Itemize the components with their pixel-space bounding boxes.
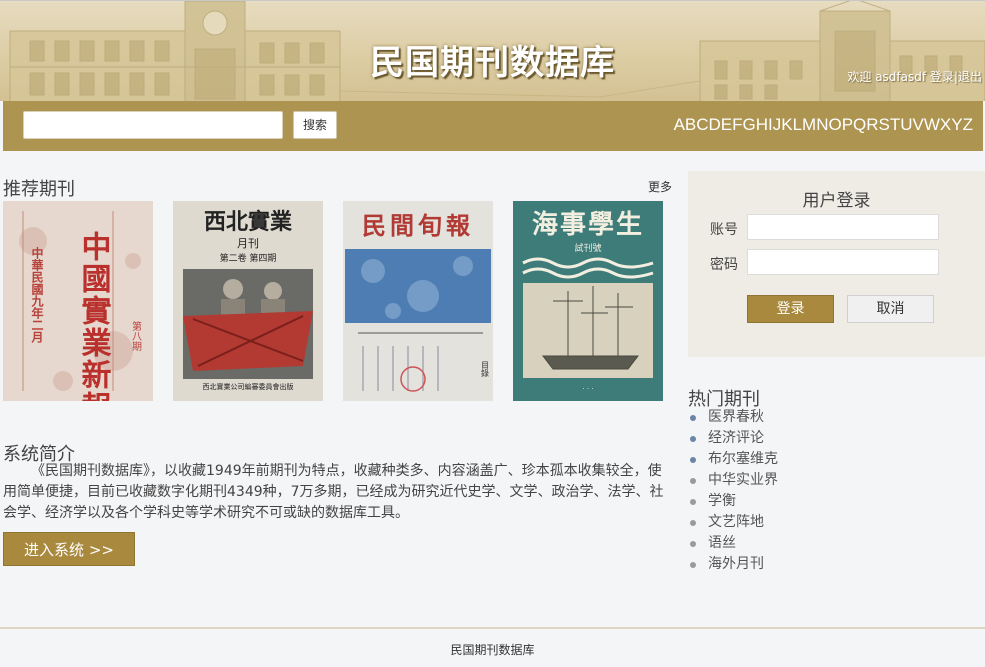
bullet-icon [690,415,696,421]
journal-cover-3[interactable]: 民間旬報 目錄 [343,201,493,401]
hot-item[interactable]: 中华实业界 [690,470,778,491]
footer: 民国期刊数据库 [0,627,985,667]
bullet-icon [690,478,696,484]
hot-item-label: 语丝 [708,535,736,551]
cover-2-sub: 月刊 [237,237,259,250]
password-input[interactable] [747,249,939,275]
login-panel: 用户登录 账号 密码 登录 取消 [688,171,985,357]
hot-item-label: 经济评论 [708,430,764,446]
hot-item[interactable]: 经济评论 [690,428,778,449]
hot-item[interactable]: 医界春秋 [690,407,778,428]
account-label: 账号 [710,222,738,238]
hot-item-label: 布尔塞维克 [708,451,778,467]
header-banner: 民国期刊数据库 欢迎 asdfasdf 登录|退出 [0,0,985,101]
login-link[interactable]: 登录 [930,70,954,84]
user-links: 欢迎 asdfasdf 登录|退出 [847,68,982,85]
cover-2-art: 西北實業 月刊 第二卷 第四期 西北實業公司編審委員會出版 [173,201,323,401]
welcome-text: 欢迎 asdfasdf [847,70,930,84]
hot-item[interactable]: 布尔塞维克 [690,449,778,470]
cover-3-art: 民間旬報 目錄 [343,201,493,401]
hot-item-label: 中华实业界 [708,472,778,488]
journal-cover-4[interactable]: 海事學生 試刊號 · · · [513,201,663,401]
password-label: 密码 [710,257,738,273]
cover-1-side-text: 第八期 [130,320,142,352]
cover-1-title: 中國實業新報 [76,231,112,401]
more-link[interactable]: 更多 [648,178,672,195]
cover-1-top-text: 中華民國九年二月 [30,246,44,344]
login-button[interactable]: 登录 [747,295,834,323]
cancel-button[interactable]: 取消 [847,295,934,323]
hot-journal-list: 医界春秋 经济评论 布尔塞维克 中华实业界 学衡 文艺阵地 语丝 海外月刊 [690,407,778,575]
journal-cover-1[interactable]: 中華民國九年二月 中國實業新報 第八期 [3,201,153,401]
bullet-icon [690,436,696,442]
search-button[interactable]: 搜索 [293,111,337,139]
cover-2-footer: 西北實業公司編審委員會出版 [203,382,294,391]
bullet-icon [690,499,696,505]
enter-system-button[interactable]: 进入系统 >> [3,532,135,566]
hot-item[interactable]: 海外月刊 [690,554,778,575]
journal-cover-2[interactable]: 西北實業 月刊 第二卷 第四期 西北實業公司編審委員會出版 [173,201,323,401]
hot-item-label: 文艺阵地 [708,514,764,530]
cover-2-issue: 第二卷 第四期 [220,252,277,264]
hot-item-label: 医界春秋 [708,409,764,425]
hot-item-label: 学衡 [708,493,736,509]
bullet-icon [690,562,696,568]
cover-3-title: 民間旬報 [362,211,474,240]
cover-4-footer-mark: · · · [582,385,593,393]
site-title: 民国期刊数据库 [370,43,615,83]
bullet-icon [690,541,696,547]
bullet-icon [690,520,696,526]
hot-item[interactable]: 语丝 [690,533,778,554]
search-input[interactable] [23,111,283,139]
cover-3-bottom: 目錄 [481,361,490,378]
hot-item[interactable]: 文艺阵地 [690,512,778,533]
cover-4-art: 海事學生 試刊號 · · · [513,201,663,401]
bullet-icon [690,457,696,463]
logout-link[interactable]: 退出 [958,70,982,84]
hot-item-label: 海外月刊 [708,556,764,572]
recommended-title: 推荐期刊 [3,179,75,200]
cover-2-title: 西北實業 [204,209,293,235]
account-input[interactable] [747,214,939,240]
cover-4-title: 海事學生 [532,210,644,240]
hot-item[interactable]: 学衡 [690,491,778,512]
login-title: 用户登录 [802,191,871,211]
intro-text: 《民国期刊数据库》，以收藏1949年前期刊为特点，收藏种类多、内容涵盖广、珍本孤… [3,463,664,521]
footer-text: 民国期刊数据库 [450,643,535,657]
alphabet-index[interactable]: ABCDEFGHIJKLMNOPQRSTUVWXYZ [674,115,973,135]
cover-4-sub: 試刊號 [574,242,601,254]
cover-1-art: 中華民國九年二月 中國實業新報 第八期 [3,201,153,401]
search-bar: 搜索 ABCDEFGHIJKLMNOPQRSTUVWXYZ [3,101,983,151]
